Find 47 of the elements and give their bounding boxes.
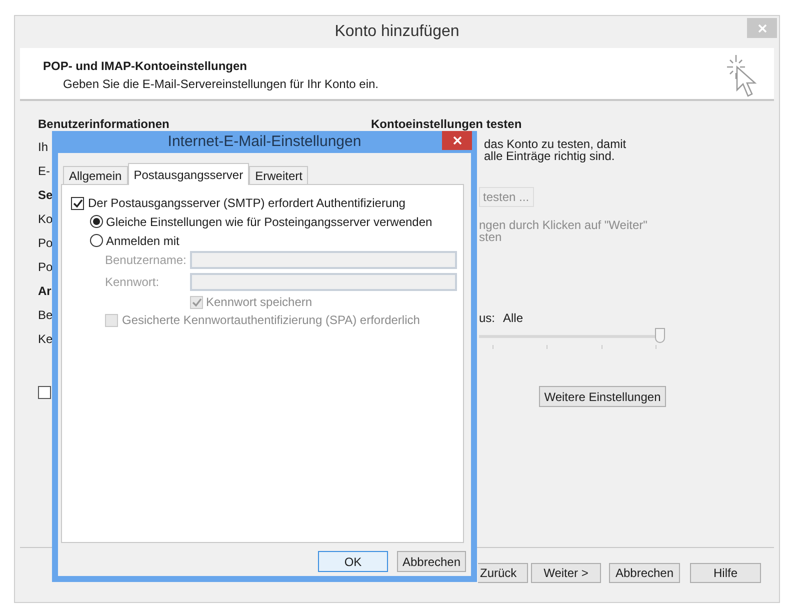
- footer-button[interactable]: Weiter >: [531, 563, 601, 583]
- radio-label: Gleiche Einstellungen wie für Posteingangsserver verwenden: [106, 214, 432, 230]
- note-text: ngen durch Klicken auf "Weiter": [479, 219, 648, 231]
- window-title: Konto hinzufügen: [334, 22, 460, 42]
- header-title: POP- und IMAP-Kontoeinstellungen: [43, 58, 248, 75]
- radio-button[interactable]: [90, 234, 103, 247]
- slider-value: Alle: [503, 310, 524, 327]
- footer-button[interactable]: Hilfe: [690, 563, 761, 583]
- section-heading: Ar: [38, 283, 52, 300]
- field-label: Ih: [38, 139, 48, 156]
- footer-button[interactable]: Abbrechen: [609, 563, 680, 583]
- slider-thumb[interactable]: [655, 328, 665, 343]
- checkbox-label: Der Postausgangsserver (SMTP) erfordert Authentifizierung: [88, 195, 406, 212]
- header-subtitle: Geben Sie die E-Mail-Servereinstellungen für Ihr Konto ein.: [62, 76, 379, 93]
- note-text: sten: [479, 231, 502, 243]
- checkbox[interactable]: [71, 196, 84, 210]
- tab[interactable]: Postausgangsserver: [128, 163, 250, 185]
- field-label: Kennwort:: [105, 274, 160, 291]
- description-text: alle Einträge richtig sind.: [484, 150, 616, 162]
- section-heading: Se: [38, 187, 53, 204]
- slider-label: us:: [479, 310, 496, 327]
- description-text: das Konto zu testen, damit: [484, 138, 628, 150]
- field-label: Be: [38, 307, 53, 324]
- field-label: E-: [38, 163, 50, 180]
- tab[interactable]: Erweitert: [249, 166, 308, 184]
- close-icon: [758, 24, 766, 32]
- close-button[interactable]: [442, 131, 472, 150]
- dialog-button[interactable]: OK: [318, 551, 388, 572]
- radio-button[interactable]: [90, 215, 103, 228]
- field-label: Ko: [38, 211, 53, 228]
- footer-button[interactable]: Zurück: [478, 563, 528, 583]
- field-label: Ke: [38, 331, 53, 348]
- field-label: Po: [38, 259, 53, 276]
- section-heading: Kontoeinstellungen testen: [371, 116, 523, 133]
- tab[interactable]: Allgemein: [63, 166, 128, 184]
- section-heading: Benutzerinformationen: [38, 116, 170, 133]
- dialog-button[interactable]: Abbrechen: [397, 551, 466, 572]
- dialog-title: Internet-E-Mail-Einstellungen: [168, 132, 362, 152]
- checkbox-label: Kennwort speichern: [206, 294, 312, 311]
- more-settings-button[interactable]: Weitere Einstellungen: [539, 386, 666, 407]
- radio-label: Anmelden mit: [106, 232, 180, 250]
- slider-track[interactable]: [479, 328, 664, 344]
- field-label: Benutzername:: [105, 252, 188, 269]
- close-icon: [452, 136, 462, 145]
- checkbox[interactable]: [38, 386, 51, 399]
- checkbox-label: Gesicherte Kennwortauthentifizierung (SPA) erforderlich: [122, 312, 420, 329]
- field-label: Po: [38, 235, 53, 252]
